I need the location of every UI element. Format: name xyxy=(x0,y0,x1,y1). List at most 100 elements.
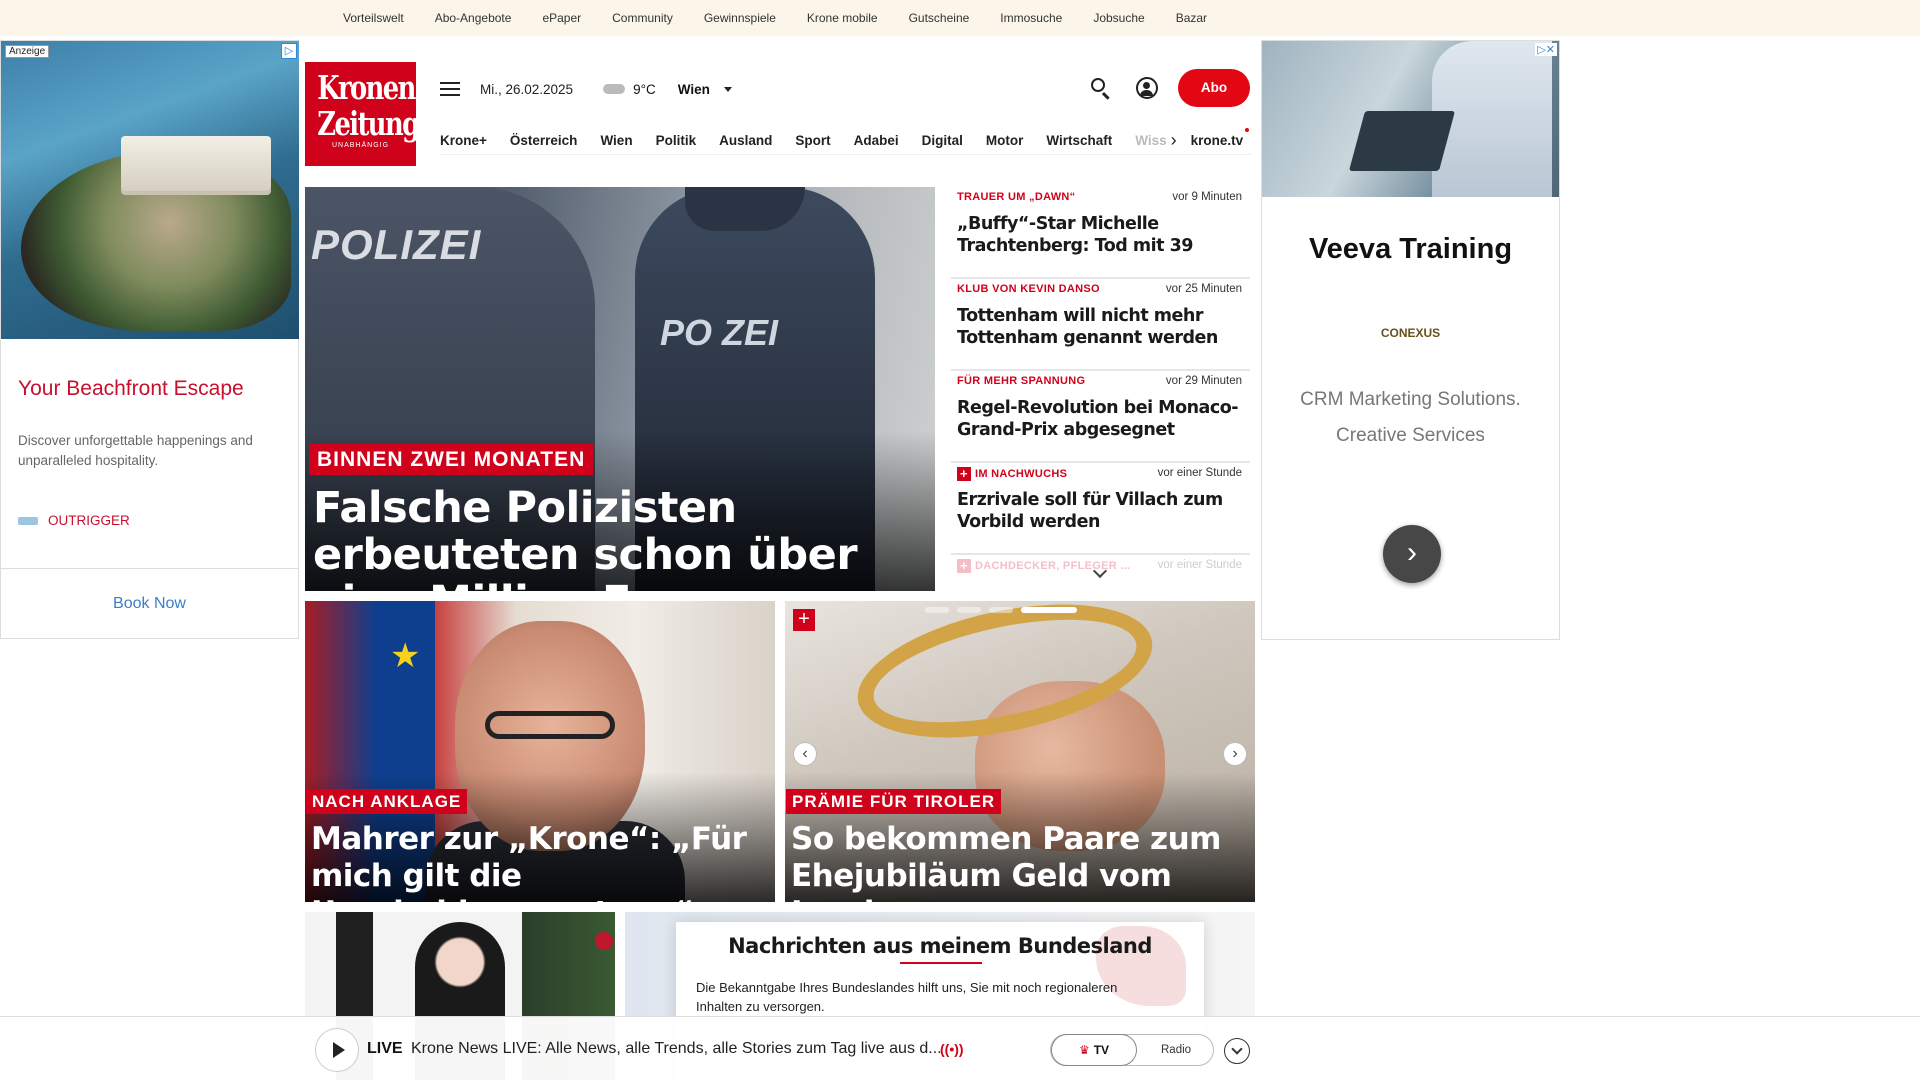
news-item[interactable]: + IM NACHWUCHS vor einer Stunde Erzrivale… xyxy=(951,463,1250,555)
topbar-link-community[interactable]: Community xyxy=(612,11,673,25)
city-selector[interactable]: Wien xyxy=(678,82,710,97)
news-item-time: vor einer Stunde xyxy=(1157,467,1242,479)
news-item-title[interactable]: Regel-Revolution bei Monaco-Grand-Prix a… xyxy=(957,397,1243,441)
play-button[interactable] xyxy=(315,1028,359,1072)
ad-left-brand-name: OUTRIGGER xyxy=(48,513,130,528)
logo-line2: Zeitung xyxy=(317,104,420,143)
chevron-down-icon[interactable] xyxy=(723,86,732,92)
topbar-link-krone-mobile[interactable]: Krone mobile xyxy=(807,11,878,25)
utility-bar: Vorteilswelt Abo-Angebote ePaper Communi… xyxy=(0,0,1920,36)
news-item-kicker: TRAUER UM „DAWN“ xyxy=(957,191,1076,203)
krone-plus-icon: + xyxy=(793,609,815,631)
ad-left[interactable]: Anzeige ▷ Your Beachfront Escape Discove… xyxy=(0,40,299,639)
crown-icon: ♛ xyxy=(1078,1043,1090,1057)
ad-left-image[interactable]: Anzeige ▷ xyxy=(1,41,299,339)
expand-chevron-icon[interactable] xyxy=(1224,1038,1250,1064)
adchoices-icon[interactable]: ▷ xyxy=(281,43,297,59)
carousel-dot[interactable] xyxy=(989,607,1013,613)
carousel-next-button[interactable]: › xyxy=(1223,742,1247,766)
ad-right-title[interactable]: Veeva Training xyxy=(1262,233,1559,266)
ad-right-brand: CONEXUS xyxy=(1380,326,1441,340)
hero-image-text-2: PO ZEI xyxy=(660,312,779,353)
nav-item-digital[interactable]: Digital xyxy=(922,133,963,148)
krone-plus-icon: + xyxy=(957,559,971,573)
teaser-kicker: NACH ANKLAGE xyxy=(306,789,468,814)
ad-right-description-line2: Creative Services xyxy=(1336,425,1485,446)
nav-item-motor[interactable]: Motor xyxy=(986,133,1024,148)
hero-headline[interactable]: Falsche Polizisten erbeuteten schon über… xyxy=(313,485,923,592)
bundesland-title: Nachrichten aus meinem Bundesland xyxy=(728,934,1152,958)
nav-item-politik[interactable]: Politik xyxy=(656,133,697,148)
header-actions: Abo xyxy=(1090,69,1250,107)
header-temperature: 9°C xyxy=(633,81,656,97)
user-account-icon[interactable] xyxy=(1136,77,1158,99)
news-item-kicker: + IM NACHWUCHS xyxy=(957,467,1067,481)
nav-item-adabei[interactable]: Adabei xyxy=(854,133,899,148)
carousel-dot-active[interactable] xyxy=(1021,607,1077,613)
nav-item-sport[interactable]: Sport xyxy=(795,133,830,148)
topbar-link-abo-angebote[interactable]: Abo-Angebote xyxy=(435,11,512,25)
nav-item-wirtschaft[interactable]: Wirtschaft xyxy=(1046,133,1112,148)
ad-next-button[interactable]: › xyxy=(1383,525,1441,583)
topbar-link-immosuche[interactable]: Immosuche xyxy=(1000,11,1062,25)
hero-article[interactable]: POLIZEI PO ZEI BINNEN ZWEI MONATEN Falsc… xyxy=(305,187,935,591)
toggle-radio-option[interactable]: Radio xyxy=(1161,1035,1191,1065)
star-icon: ★ xyxy=(390,637,421,675)
topbar-link-bazar[interactable]: Bazar xyxy=(1176,11,1207,25)
nav-item-wissen[interactable]: Wiss xyxy=(1135,133,1166,148)
carousel-prev-button[interactable]: ‹ xyxy=(793,742,817,766)
adchoices-close-icon[interactable]: ▷✕ xyxy=(1535,43,1557,56)
chevron-down-icon[interactable] xyxy=(1093,566,1107,576)
news-item-time: vor 25 Minuten xyxy=(1165,283,1242,295)
news-item[interactable]: KLUB VON KEVIN DANSO vor 25 Minuten Tott… xyxy=(951,279,1250,371)
teaser-carousel[interactable]: + ‹ › PRÄMIE FÜR TIROLER So bekommen Paa… xyxy=(785,601,1255,902)
ad-right-description: CRM Marketing Solutions. Creative Servic… xyxy=(1262,382,1559,454)
menu-icon[interactable] xyxy=(440,82,460,96)
ad-right[interactable]: ▷✕ Veeva Training CONEXUS CRM Marketing … xyxy=(1261,40,1560,640)
news-item-title[interactable]: Erzrivale soll für Villach zum Vorbild w… xyxy=(957,489,1243,533)
topbar-link-gewinnspiele[interactable]: Gewinnspiele xyxy=(704,11,776,25)
tv-radio-toggle[interactable]: ♛ TV Radio xyxy=(1050,1034,1214,1066)
news-item[interactable]: TRAUER UM „DAWN“ vor 9 Minuten „Buffy“-S… xyxy=(951,187,1250,279)
bundesland-title-underline xyxy=(900,962,982,964)
topbar-link-vorteilswelt[interactable]: Vorteilswelt xyxy=(343,11,404,25)
news-item-title[interactable]: Tottenham will nicht mehr Tottenham gena… xyxy=(957,305,1243,349)
search-icon[interactable] xyxy=(1090,77,1112,100)
logo-line1: Kronen xyxy=(317,68,416,107)
carousel-dot[interactable] xyxy=(925,607,949,613)
abo-button[interactable]: Abo xyxy=(1178,69,1250,107)
ad-laptop-shape xyxy=(1348,111,1456,171)
ad-left-title[interactable]: Your Beachfront Escape xyxy=(18,377,298,401)
live-label: LIVE xyxy=(367,1040,403,1057)
nav-item-krone-tv[interactable]: krone.tv xyxy=(1191,128,1250,148)
nav-item-wien[interactable]: Wien xyxy=(600,133,632,148)
site-logo[interactable]: Kronen Zeitung UNABHÄNGIG xyxy=(305,62,420,166)
teaser-article[interactable]: ★ NACH ANKLAGE Mahrer zur „Krone“: „Für … xyxy=(305,601,775,902)
topbar-link-jobsuche[interactable]: Jobsuche xyxy=(1093,11,1144,25)
chevron-right-icon[interactable]: › xyxy=(1171,130,1177,151)
teaser-headline[interactable]: So bekommen Paare zum Ehejubiläum Geld v… xyxy=(791,821,1251,902)
ad-right-description-line1: CRM Marketing Solutions. xyxy=(1300,389,1521,410)
live-ticker-text[interactable]: Krone News LIVE: Alle News, alle Trends,… xyxy=(411,1040,942,1058)
topbar-link-gutscheine[interactable]: Gutscheine xyxy=(909,11,970,25)
live-dot-icon xyxy=(1245,128,1250,132)
nav-item-ausland[interactable]: Ausland xyxy=(719,133,772,148)
toggle-tv-option[interactable]: ♛ TV xyxy=(1051,1034,1137,1066)
news-item-time: vor 9 Minuten xyxy=(1172,191,1242,203)
ad-left-description: Discover unforgettable happenings and un… xyxy=(18,433,253,468)
topbar-link-epaper[interactable]: ePaper xyxy=(542,11,581,25)
carousel-dot[interactable] xyxy=(957,607,981,613)
teaser-kicker: PRÄMIE FÜR TIROLER xyxy=(786,789,1002,814)
ad-label: Anzeige xyxy=(5,45,50,58)
ad-hotel-shape xyxy=(121,136,271,191)
news-item-title[interactable]: „Buffy“-Star Michelle Trachtenberg: Tod … xyxy=(957,213,1243,257)
ad-right-image[interactable]: ▷✕ xyxy=(1262,41,1559,197)
nav-item-krone-plus[interactable]: Krone+ xyxy=(440,133,487,148)
book-now-button[interactable]: Book Now xyxy=(1,568,298,638)
ad-left-brand[interactable]: OUTRIGGER xyxy=(18,513,298,528)
bottom-image-rose xyxy=(595,932,613,950)
news-item-time: vor 29 Minuten xyxy=(1165,375,1242,387)
nav-item-oesterreich[interactable]: Österreich xyxy=(510,133,578,148)
teaser-headline[interactable]: Mahrer zur „Krone“: „Für mich gilt die U… xyxy=(311,821,771,902)
news-item[interactable]: FÜR MEHR SPANNUNG vor 29 Minuten Regel-R… xyxy=(951,371,1250,463)
